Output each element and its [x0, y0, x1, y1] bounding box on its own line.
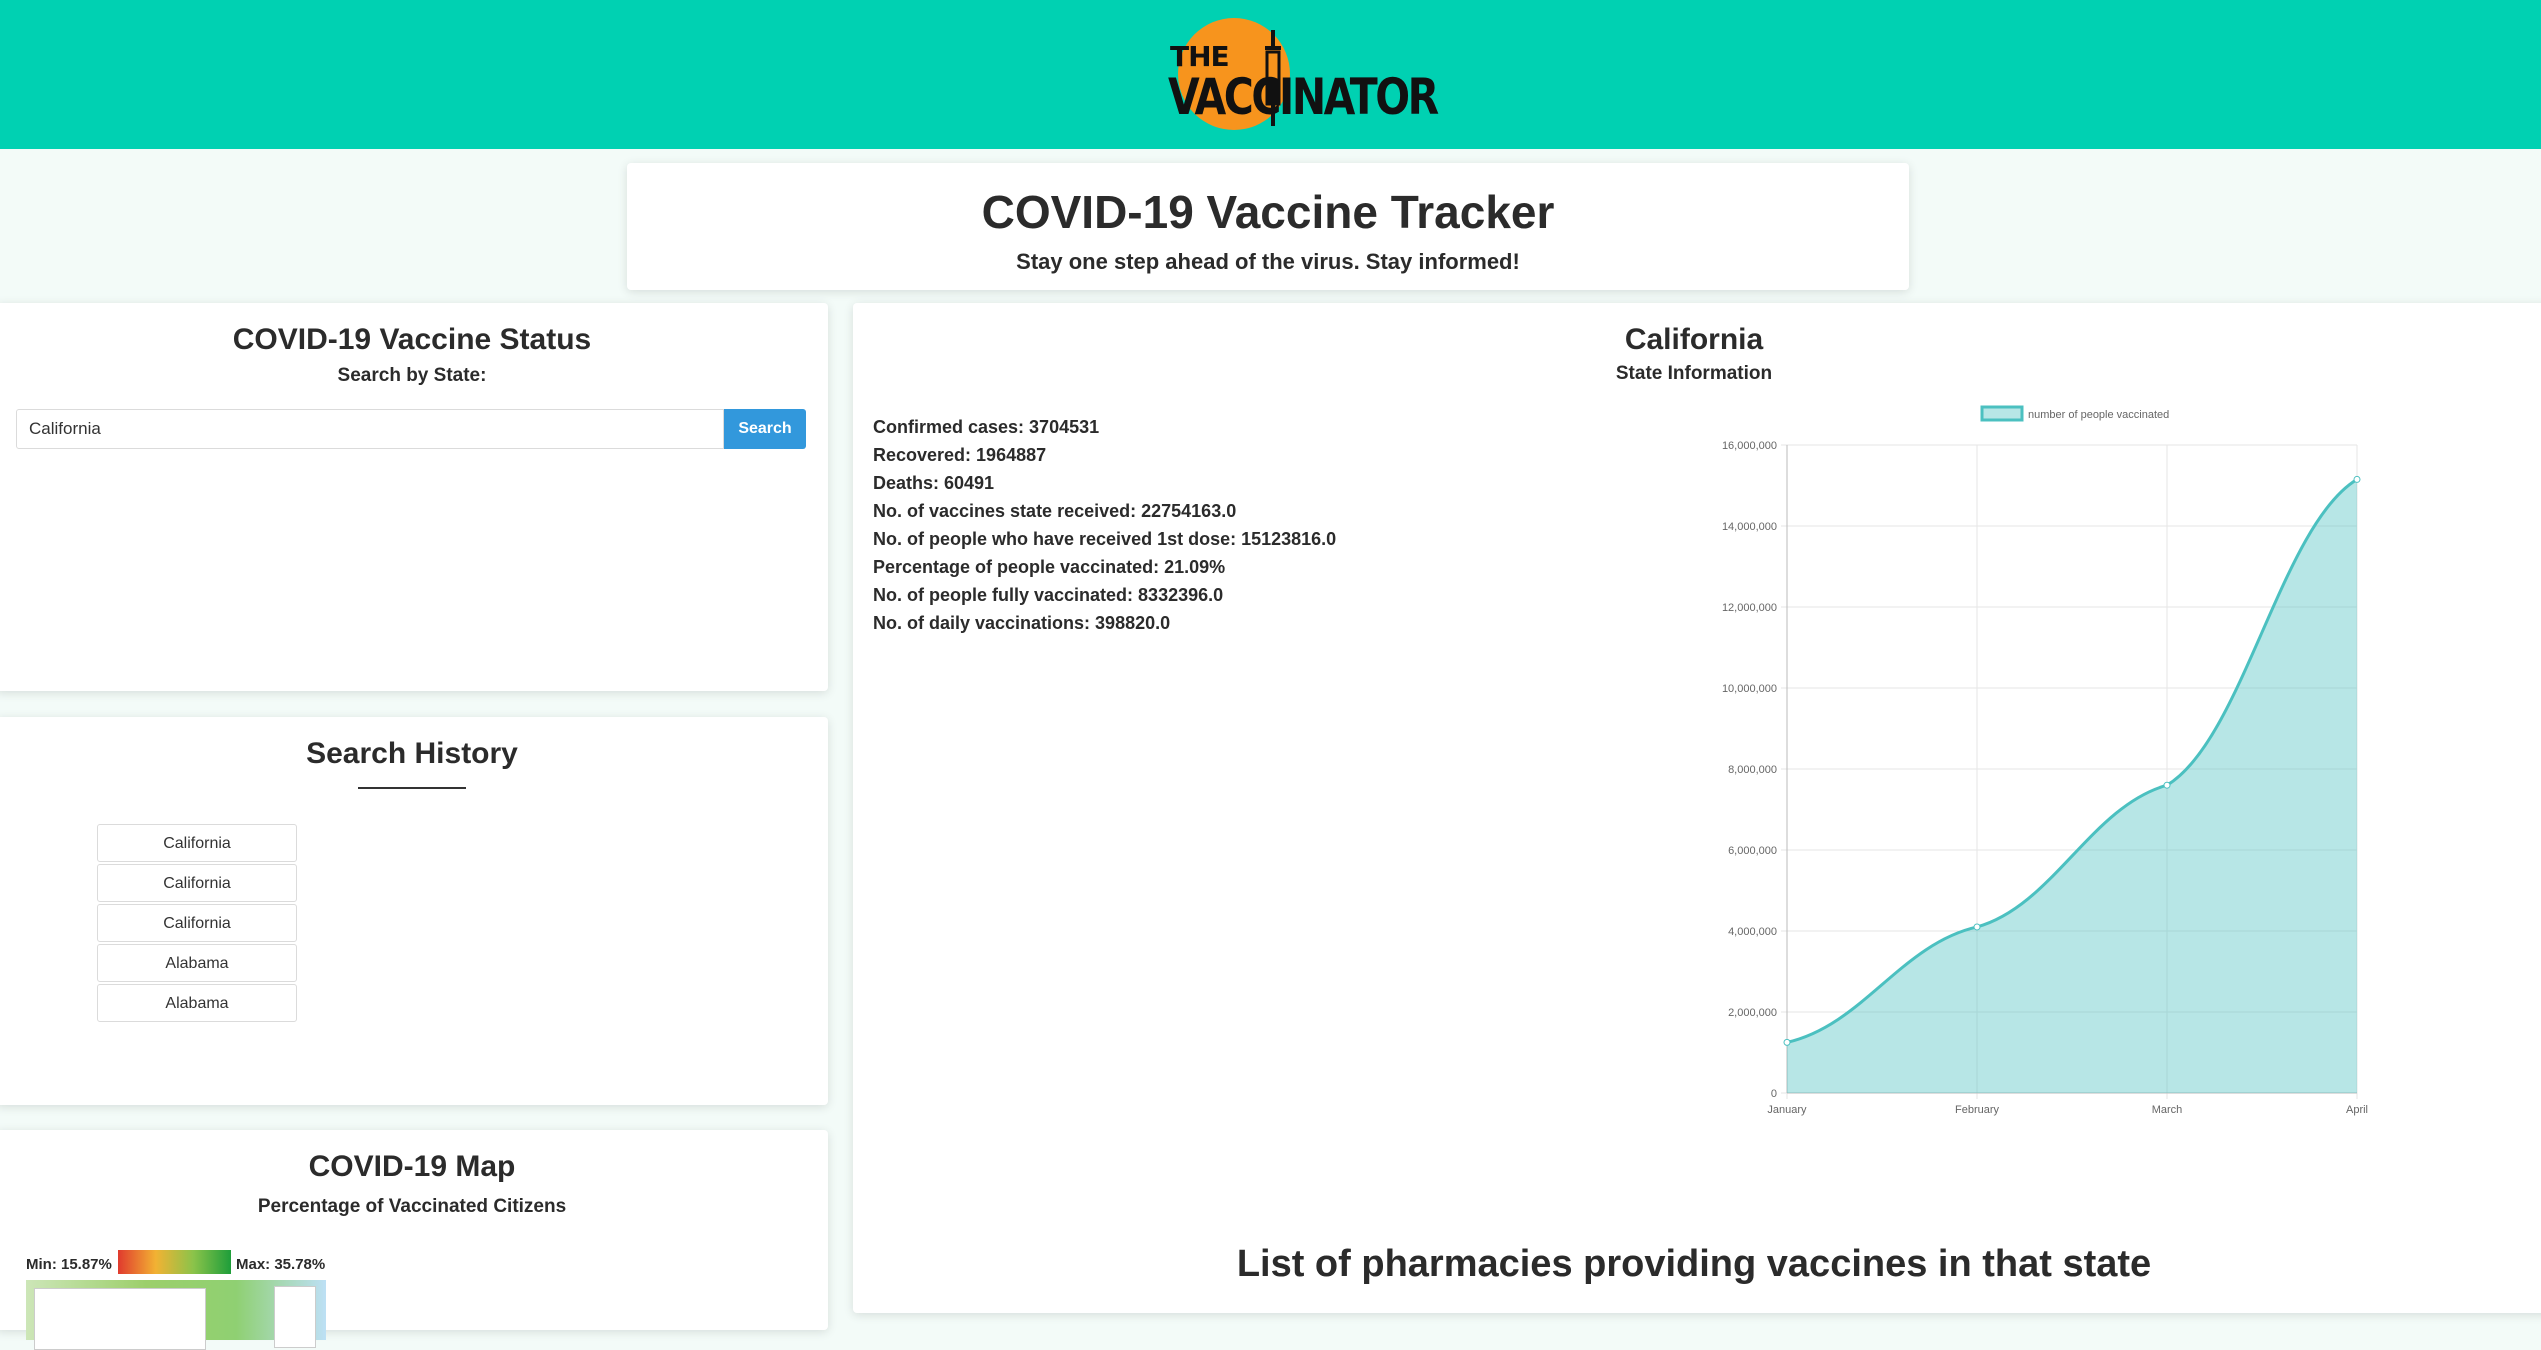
map-legend: Min: 15.87% Max: 35.78%	[26, 1250, 336, 1280]
x-tick-label: February	[1955, 1104, 2000, 1116]
status-subtitle: Search by State:	[337, 365, 487, 386]
covid-map-card: COVID-19 Map Percentage of Vaccinated Ci…	[0, 1130, 828, 1350]
history-item[interactable]: California	[97, 864, 297, 902]
page-subtitle: Stay one step ahead of the virus. Stay i…	[1016, 249, 1520, 274]
state-info-subtitle: State Information	[1615, 363, 1773, 384]
search-button[interactable]: Search	[724, 409, 806, 449]
vaccinator-logo[interactable]: THE VACCINATOR	[1168, 18, 1439, 133]
x-tick-label: January	[1767, 1104, 1807, 1116]
y-tick-label: 2,000,000	[1728, 1007, 1777, 1019]
status-title: COVID-19 Vaccine Status	[232, 323, 592, 356]
data-point	[2163, 781, 2171, 789]
data-point	[1973, 923, 1981, 931]
search-row: Search	[16, 409, 806, 449]
vaccination-chart: 0 2,000,000 4,000,000 6,000,000 8,000,000 10,…	[1722, 405, 2368, 1116]
y-tick-label: 14,000,000	[1722, 521, 1777, 533]
map-title: COVID-19 Map	[308, 1150, 516, 1183]
state-stats: Confirmed cases: 3704531 Recovered: 1964…	[873, 413, 1336, 637]
history-item[interactable]: Alabama	[97, 984, 297, 1022]
data-point	[1783, 1038, 1791, 1046]
stat-percent-vaccinated: Percentage of people vaccinated: 21.09%	[873, 557, 1226, 577]
syringe-icon	[1265, 30, 1281, 126]
history-divider	[358, 787, 466, 789]
y-tick-label: 4,000,000	[1728, 926, 1777, 938]
y-tick-label: 8,000,000	[1728, 764, 1777, 776]
x-tick-label: March	[2152, 1104, 2183, 1116]
stat-fully-vaccinated: No. of people fully vaccinated: 8332396.…	[873, 585, 1224, 605]
legend-label: number of people vaccinated	[2028, 409, 2169, 421]
hero-card: COVID-19 Vaccine Tracker Stay one step a…	[627, 163, 1909, 290]
map-tile	[274, 1286, 316, 1348]
stat-first-dose: No. of people who have received 1st dose…	[873, 529, 1337, 549]
map-legend-max: Max: 35.78%	[236, 1256, 326, 1273]
legend-swatch	[1980, 405, 2024, 422]
data-point	[2353, 475, 2361, 483]
history-list: California California California Alabama…	[97, 824, 297, 1024]
map-legend-min: Min: 15.87%	[26, 1256, 112, 1273]
stat-recovered: Recovered: 1964887	[873, 445, 1047, 465]
map-tile	[34, 1288, 206, 1350]
search-history-card: Search History California California Cal…	[0, 717, 828, 1105]
state-name: California	[1624, 323, 1764, 356]
stat-deaths: Deaths: 60491	[873, 473, 995, 493]
state-info-card: California State Information Confirmed c…	[853, 303, 2541, 1313]
y-tick-label: 16,000,000	[1722, 440, 1777, 452]
series-area	[1787, 479, 2357, 1093]
history-item[interactable]: California	[97, 904, 297, 942]
logo-line2: VACCINATOR	[1168, 68, 1439, 126]
vaccine-status-card: COVID-19 Vaccine Status Search by State:…	[0, 303, 828, 691]
pharmacies-heading: List of pharmacies providing vaccines in…	[1236, 1243, 2152, 1285]
history-title: Search History	[306, 737, 518, 770]
state-search-input[interactable]	[16, 409, 724, 449]
top-banner: THE VACCINATOR	[0, 0, 2541, 149]
stat-vaccines-received: No. of vaccines state received: 22754163…	[873, 501, 1237, 521]
y-tick-label: 0	[1771, 1088, 1777, 1100]
stat-confirmed: Confirmed cases: 3704531	[873, 417, 1100, 437]
history-item[interactable]: Alabama	[97, 944, 297, 982]
map-legend-gradient	[118, 1250, 231, 1274]
stat-daily-vaccinations: No. of daily vaccinations: 398820.0	[873, 613, 1171, 633]
history-item[interactable]: California	[97, 824, 297, 862]
map-subtitle: Percentage of Vaccinated Citizens	[257, 1196, 567, 1217]
y-tick-label: 10,000,000	[1722, 683, 1777, 695]
x-tick-label: April	[2346, 1104, 2368, 1116]
y-tick-label: 6,000,000	[1728, 845, 1777, 857]
y-tick-label: 12,000,000	[1722, 602, 1777, 614]
page-title: COVID-19 Vaccine Tracker	[981, 186, 1555, 238]
vaccination-map[interactable]	[26, 1280, 326, 1350]
